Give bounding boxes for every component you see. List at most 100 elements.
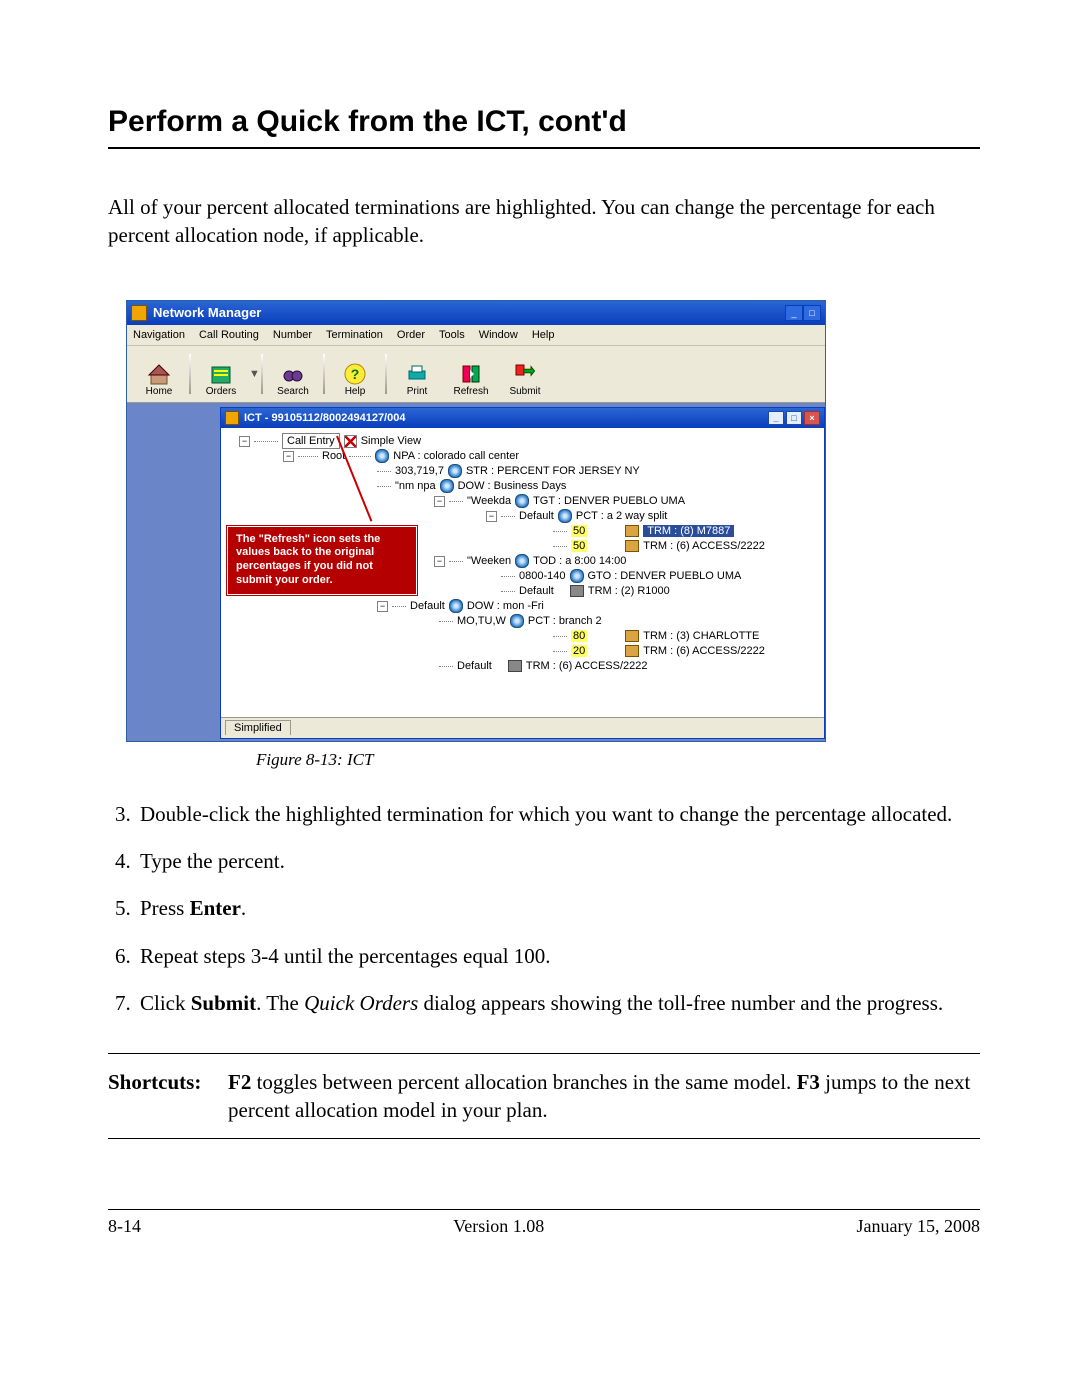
toolbar: Home Orders ▼ Search ? Help	[127, 346, 825, 403]
simple-view-checkbox[interactable]	[344, 435, 357, 448]
figure-screenshot: Network Manager _ □ Navigation Call Rout…	[126, 300, 826, 770]
app-window: Network Manager _ □ Navigation Call Rout…	[126, 300, 826, 742]
percent-value[interactable]: 80	[571, 630, 587, 642]
ict-window: ICT - 99105112/8002494127/004 _ □ ×	[220, 407, 825, 739]
tree-node[interactable]: DOW : mon -Fri	[467, 600, 544, 612]
search-label: Search	[277, 386, 309, 397]
globe-icon	[515, 494, 529, 508]
submit-button[interactable]: Submit	[499, 348, 551, 400]
figure-caption: Figure 8-13: ICT	[256, 750, 826, 770]
menu-order[interactable]: Order	[397, 329, 425, 341]
toolbar-sep-4	[385, 354, 387, 394]
tree-node[interactable]: NPA : colorado call center	[393, 450, 519, 462]
tree-node[interactable]: 0800-140	[519, 570, 566, 582]
refresh-label: Refresh	[453, 386, 488, 397]
termination-selected[interactable]: TRM : (8) M7887	[643, 525, 734, 537]
footer-page: 8-14	[108, 1216, 141, 1237]
print-icon	[405, 362, 429, 386]
print-button[interactable]: Print	[391, 348, 443, 400]
key-icon	[625, 630, 639, 642]
menu-help[interactable]: Help	[532, 329, 555, 341]
app-icon	[131, 305, 147, 321]
tree-node[interactable]: Default	[457, 660, 492, 672]
step-4: Type the percent.	[136, 847, 980, 876]
menu-termination[interactable]: Termination	[326, 329, 383, 341]
page-footer: 8-14 Version 1.08 January 15, 2008	[108, 1216, 980, 1237]
step-5: Press Enter.	[136, 894, 980, 923]
orders-label: Orders	[206, 386, 237, 397]
termination-node[interactable]: TRM : (6) ACCESS/2222	[643, 540, 765, 552]
svg-text:?: ?	[351, 366, 360, 382]
tree-node[interactable]: DOW : Business Days	[458, 480, 567, 492]
menu-call-routing[interactable]: Call Routing	[199, 329, 259, 341]
help-label: Help	[345, 386, 366, 397]
home-button[interactable]: Home	[133, 348, 185, 400]
ict-close-button[interactable]: ×	[804, 411, 820, 425]
termination-node[interactable]: TRM : (3) CHARLOTTE	[643, 630, 759, 642]
tree-node[interactable]: MO,TU,W	[457, 615, 506, 627]
tree-node[interactable]: "nm npa	[395, 480, 436, 492]
footer-version: Version 1.08	[453, 1216, 544, 1237]
expand-icon[interactable]: −	[377, 601, 388, 612]
terminal-icon	[508, 660, 522, 672]
minimize-button[interactable]: _	[785, 305, 803, 321]
termination-node[interactable]: TRM : (2) R1000	[588, 585, 670, 597]
ict-maximize-button[interactable]: □	[786, 411, 802, 425]
search-button[interactable]: Search	[267, 348, 319, 400]
tree-node[interactable]: STR : PERCENT FOR JERSEY NY	[466, 465, 640, 477]
globe-icon	[375, 449, 389, 463]
tree-node[interactable]: TGT : DENVER PUEBLO UMA	[533, 495, 685, 507]
refresh-button[interactable]: Refresh	[445, 348, 497, 400]
globe-icon	[448, 464, 462, 478]
footer-date: January 15, 2008	[857, 1216, 980, 1237]
status-bar: Simplified	[221, 717, 824, 738]
step-7: Click Submit. The Quick Orders dialog ap…	[136, 989, 980, 1018]
toolbar-sep-3	[323, 354, 325, 394]
expand-icon[interactable]: −	[434, 496, 445, 507]
expand-icon[interactable]: −	[239, 436, 250, 447]
title-rule	[108, 147, 980, 149]
menubar: Navigation Call Routing Number Terminati…	[127, 325, 825, 346]
percent-value[interactable]: 50	[571, 540, 587, 552]
shortcuts-text: F2 toggles between percent allocation br…	[228, 1068, 980, 1125]
tree-node[interactable]: PCT : a 2 way split	[576, 510, 668, 522]
orders-icon	[209, 362, 233, 386]
left-sidebar	[127, 403, 220, 741]
tree-node[interactable]: PCT : branch 2	[528, 615, 602, 627]
menu-tools[interactable]: Tools	[439, 329, 465, 341]
intro-paragraph: All of your percent allocated terminatio…	[108, 193, 980, 250]
help-button[interactable]: ? Help	[329, 348, 381, 400]
shortcuts-label: Shortcuts:	[108, 1068, 228, 1125]
step-3: Double-click the highlighted termination…	[136, 800, 980, 829]
menu-number[interactable]: Number	[273, 329, 312, 341]
menu-window[interactable]: Window	[479, 329, 518, 341]
tree-node[interactable]: GTO : DENVER PUEBLO UMA	[588, 570, 742, 582]
ict-minimize-button[interactable]: _	[768, 411, 784, 425]
tree-node[interactable]: Default	[519, 585, 554, 597]
expand-icon[interactable]: −	[486, 511, 497, 522]
termination-node[interactable]: TRM : (6) ACCESS/2222	[526, 660, 648, 672]
percent-value[interactable]: 20	[571, 645, 587, 657]
print-label: Print	[407, 386, 428, 397]
tree-node[interactable]: Default	[519, 510, 554, 522]
tree-node[interactable]: "Weekda	[467, 495, 511, 507]
tree-node[interactable]: TOD : a 8:00 14:00	[533, 555, 626, 567]
tree-view[interactable]: − Call Entry Simple View − Root	[221, 428, 824, 717]
percent-value[interactable]: 50	[571, 525, 587, 537]
globe-icon	[558, 509, 572, 523]
tree-node[interactable]: Default	[410, 600, 445, 612]
tree-node[interactable]: 303,719,7	[395, 465, 444, 477]
simplified-tab[interactable]: Simplified	[225, 720, 291, 735]
expand-icon[interactable]: −	[283, 451, 294, 462]
maximize-button[interactable]: □	[803, 305, 821, 321]
menu-navigation[interactable]: Navigation	[133, 329, 185, 341]
globe-icon	[440, 479, 454, 493]
expand-icon[interactable]: −	[434, 556, 445, 567]
tree-node[interactable]: "Weeken	[467, 555, 511, 567]
orders-button[interactable]: Orders	[195, 348, 247, 400]
app-title: Network Manager	[153, 305, 261, 320]
orders-dropdown[interactable]: ▼	[249, 368, 257, 380]
refresh-icon	[459, 362, 483, 386]
globe-icon	[449, 599, 463, 613]
termination-node[interactable]: TRM : (6) ACCESS/2222	[643, 645, 765, 657]
